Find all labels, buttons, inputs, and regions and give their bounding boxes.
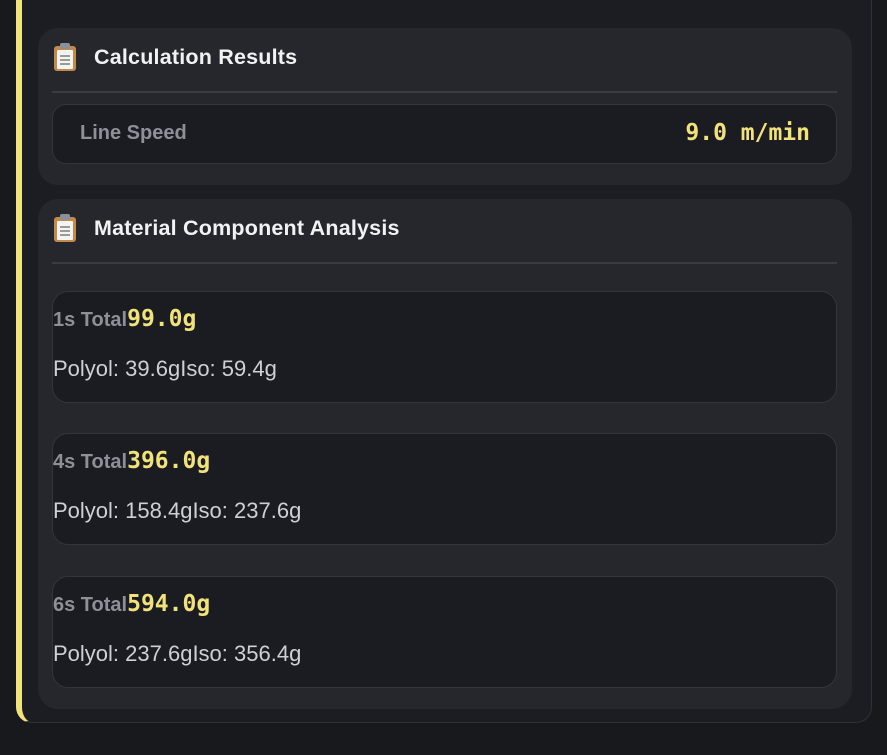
polyol-value: Polyol: 158.4g <box>53 498 193 523</box>
material-item-label: 1s Total <box>53 309 128 331</box>
iso-value: Iso: 356.4g <box>192 641 302 666</box>
material-item-6s: 6s Total 594.0g Polyol: 237.6gIso: 356.4… <box>52 576 837 688</box>
calculation-results-title: Calculation Results <box>94 44 298 69</box>
material-item-detail: Polyol: 237.6gIso: 356.4g <box>53 641 301 667</box>
line-speed-row: Line Speed 9.0 m/min <box>52 104 837 164</box>
material-item-total: 99.0g <box>127 306 197 332</box>
divider <box>52 262 837 264</box>
material-item-4s: 4s Total 396.0g Polyol: 158.4gIso: 237.6… <box>52 433 837 545</box>
material-analysis-title: Material Component Analysis <box>94 215 400 240</box>
polyol-value: Polyol: 39.6g <box>53 356 181 381</box>
line-speed-value: 9.0 m/min <box>685 120 810 146</box>
divider <box>52 91 837 93</box>
material-item-1s: 1s Total 99.0g Polyol: 39.6gIso: 59.4g <box>52 291 837 403</box>
material-analysis-header: Material Component Analysis <box>52 213 400 243</box>
calculation-results-card: Calculation Results Line Speed 9.0 m/min <box>38 28 852 185</box>
material-analysis-card: Material Component Analysis 1s Total 99.… <box>38 199 852 709</box>
material-item-total: 594.0g <box>127 591 211 617</box>
clipboard-icon <box>52 214 78 242</box>
iso-value: Iso: 237.6g <box>192 498 302 523</box>
calculation-results-header: Calculation Results <box>52 42 297 72</box>
material-item-detail: Polyol: 158.4gIso: 237.6g <box>53 498 301 524</box>
material-item-total: 396.0g <box>127 448 211 474</box>
material-item-label: 6s Total <box>53 594 128 616</box>
material-item-label: 4s Total <box>53 451 128 473</box>
clipboard-icon <box>52 43 78 71</box>
polyol-value: Polyol: 237.6g <box>53 641 193 666</box>
line-speed-label: Line Speed <box>80 122 187 144</box>
iso-value: Iso: 59.4g <box>180 356 277 381</box>
material-item-detail: Polyol: 39.6gIso: 59.4g <box>53 356 277 382</box>
